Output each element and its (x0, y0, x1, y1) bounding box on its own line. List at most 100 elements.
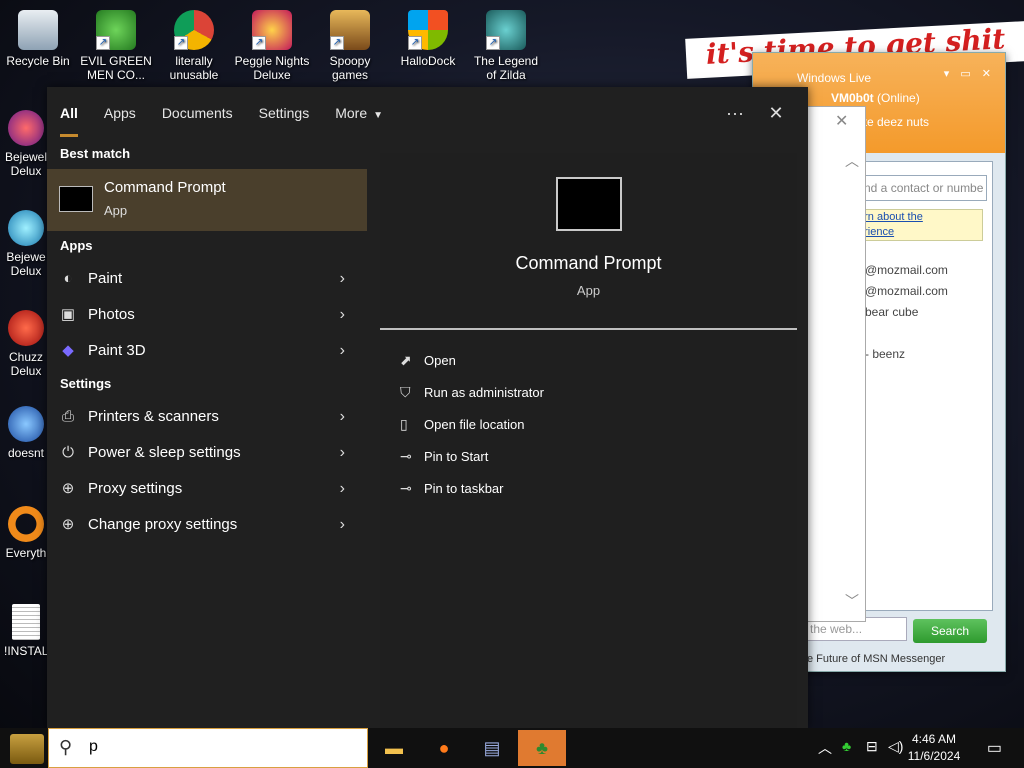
result-proxy-settings[interactable]: ⊕ Proxy settings › (47, 471, 367, 507)
contact-item[interactable]: bear cube (865, 305, 918, 319)
document-icon (12, 604, 40, 640)
msn-people-icon: ↗ (96, 10, 136, 50)
notepad-icon[interactable]: ▤ (468, 730, 516, 766)
globe-icon (8, 406, 44, 442)
desktop-icon-hallodock[interactable]: ↗ HalloDock (390, 4, 466, 68)
start-search-panel: All Apps Documents Settings More ▼ ··· ✕ … (47, 87, 808, 728)
chevron-right-icon[interactable]: › (340, 333, 345, 369)
close-icon[interactable]: ✕ (760, 87, 792, 139)
desktop-icon-bejeweled-1[interactable]: Bejewel Delux (4, 110, 48, 178)
action-pin-to-taskbar[interactable]: ⊸ Pin to taskbar (400, 477, 504, 499)
tab-settings[interactable]: Settings (246, 87, 323, 139)
chevron-right-icon[interactable]: › (340, 297, 345, 333)
result-photos[interactable]: ▣ Photos › (47, 297, 367, 333)
network-icon[interactable]: ⊟ (866, 738, 878, 755)
msn-messenger-icon[interactable]: ♣ (518, 730, 566, 766)
magnifier-icon (8, 506, 44, 542)
desktop-icon-bejeweled-2[interactable]: Bejewe Delux (4, 210, 48, 278)
action-run-as-administrator[interactable]: ⛉ Run as administrator (400, 381, 544, 403)
action-open-file-location[interactable]: ▯ Open file location (400, 413, 524, 435)
tab-more[interactable]: More ▼ (322, 87, 396, 139)
desktop-icon-label: Recycle Bin (6, 54, 70, 68)
chevron-up-icon[interactable]: ︿ (818, 738, 832, 758)
action-open[interactable]: ⬈ Open (400, 349, 456, 371)
tab-all[interactable]: All (47, 87, 91, 139)
desktop-icon-label: Bejewe Delux (6, 250, 46, 278)
desktop-icon-evil-green-men[interactable]: ↗ EVIL GREEN MEN CO... (78, 4, 154, 82)
desktop-icon-everything[interactable]: Everyth (4, 506, 48, 560)
msn-footer[interactable]: e Future of MSN Messenger (807, 653, 945, 665)
settings-header: Settings (60, 376, 112, 391)
result-label: Power & sleep settings (88, 444, 241, 461)
chevron-right-icon[interactable]: › (340, 507, 345, 543)
chevron-right-icon[interactable]: › (340, 471, 345, 507)
desktop-icon-label: EVIL GREEN MEN CO... (80, 54, 152, 82)
chevron-right-icon[interactable]: › (340, 435, 345, 471)
power-icon: ⏻ (62, 444, 74, 461)
result-change-proxy-settings[interactable]: ⊕ Change proxy settings › (47, 507, 367, 543)
taskbar-search-box[interactable]: ⚲ p (48, 728, 368, 768)
search-input[interactable]: p (89, 738, 98, 756)
desktop-icon-label: HalloDock (400, 54, 456, 68)
diamond-icon (8, 210, 44, 246)
file-explorer-icon[interactable]: ▬ (370, 730, 418, 766)
desktop-icon-spoopy-games[interactable]: ↗ Spoopy games (312, 4, 388, 82)
taskbar: ⚲ p ▬ ● ▤ ♣ ︿ ♣ ⊟ ◁) 4:46 AM 11/6/2024 ▭ (0, 728, 1024, 768)
notification-icon[interactable]: ▭ (987, 738, 1002, 758)
bejeweled-icon (8, 110, 44, 146)
desktop-icon-label: Chuzz Delux (8, 350, 43, 378)
desktop-icon-legend-of-zilda[interactable]: ↗ The Legend of Zilda (468, 4, 544, 82)
action-label: Open file location (424, 417, 525, 432)
contact-item[interactable]: - beenz (865, 347, 905, 361)
open-icon: ⬈ (400, 352, 412, 368)
close-icon[interactable]: ✕ (835, 111, 848, 131)
firefox-icon[interactable]: ● (420, 730, 468, 766)
contact-item[interactable]: @mozmail.com (865, 284, 948, 298)
result-label: Photos (88, 306, 135, 323)
recycle-bin-icon (18, 10, 58, 50)
msn-status: (Online) (877, 91, 920, 105)
msn-window-controls[interactable]: ▾ ▭ ✕ (944, 67, 995, 80)
desktop-icon-label: Bejewel Delux (4, 150, 48, 178)
chuzzle-icon (8, 310, 44, 346)
desktop-icon-chrome[interactable]: ↗ literally unusable (156, 4, 232, 82)
result-paint[interactable]: ◐ Paint › (47, 261, 367, 297)
chevron-right-icon[interactable]: › (340, 399, 345, 435)
tab-apps[interactable]: Apps (91, 87, 149, 139)
msn-tray-icon[interactable]: ♣ (842, 738, 851, 754)
scroll-down-icon[interactable]: ﹀ (845, 591, 859, 611)
result-label: Proxy settings (88, 480, 183, 497)
result-paint-3d[interactable]: ◆ Paint 3D › (47, 333, 367, 369)
msn-info-link[interactable]: arn about the erience (853, 209, 983, 241)
globe-icon: ⊕ (61, 480, 75, 497)
desktop-icon-chuzzle[interactable]: Chuzz Delux (4, 310, 48, 378)
msn-user[interactable]: VM0b0t (Online) (831, 91, 920, 105)
start-button[interactable] (10, 734, 44, 764)
result-printers-scanners[interactable]: ⎙ Printers & scanners › (47, 399, 367, 435)
globe-icon: ⊕ (61, 516, 75, 533)
action-label: Open (424, 353, 456, 368)
desktop-icon-doesnt[interactable]: doesnt (4, 406, 48, 460)
scroll-up-icon[interactable]: ︿ (845, 151, 859, 171)
clock-time: 4:46 AM (911, 732, 957, 746)
desktop-icon-peggle[interactable]: ↗ Peggle Nights Deluxe (234, 4, 310, 82)
desktop-icon-install[interactable]: !INSTALL (4, 604, 55, 658)
msn-link-line: erience (858, 226, 895, 238)
best-match-result[interactable]: Command Prompt App (47, 169, 367, 231)
msn-search-button[interactable]: Search (913, 619, 987, 643)
chrome-icon: ↗ (174, 10, 214, 50)
result-power-sleep[interactable]: ⏻ Power & sleep settings › (47, 435, 367, 471)
more-options-icon[interactable]: ··· (719, 87, 751, 139)
desktop-icon-recycle-bin[interactable]: Recycle Bin (0, 4, 76, 68)
clock[interactable]: 4:46 AM 11/6/2024 (904, 731, 964, 765)
desktop-icon-label: doesnt (7, 446, 45, 460)
action-pin-to-start[interactable]: ⊸ Pin to Start (400, 445, 488, 467)
command-prompt-icon (556, 177, 622, 231)
contact-item[interactable]: @mozmail.com (865, 263, 948, 277)
best-match-title: Command Prompt (104, 179, 226, 196)
msn-contact-search[interactable]: nd a contact or numbe (857, 175, 987, 201)
volume-icon[interactable]: ◁) (888, 738, 903, 755)
chevron-right-icon[interactable]: › (340, 261, 345, 297)
tab-documents[interactable]: Documents (149, 87, 246, 139)
photos-icon: ▣ (60, 306, 76, 323)
